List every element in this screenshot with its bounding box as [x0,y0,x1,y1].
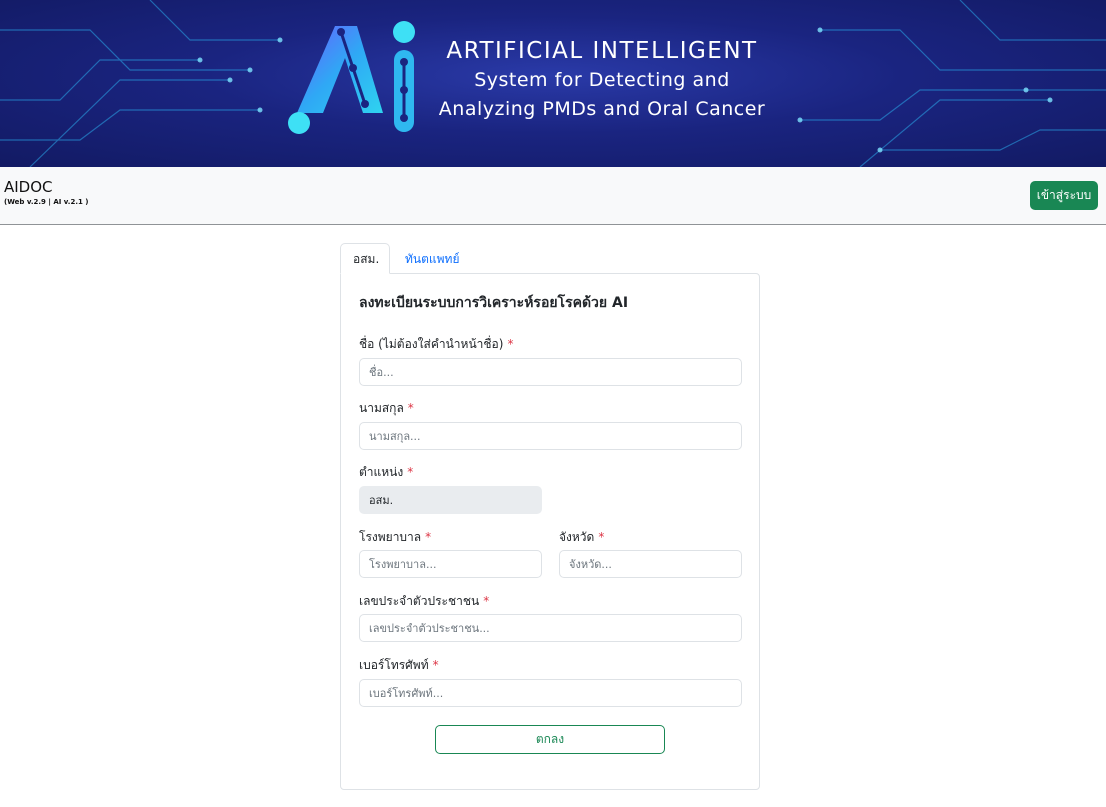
navbar: AIDOC (Web v.2.9 | AI v.2.1 ) เข้าสู่ระบ… [0,167,1106,225]
banner-title: ARTIFICIAL INTELLIGENT [446,38,758,64]
required-mark: * [483,594,490,608]
submit-button[interactable]: ตกลง [435,725,665,754]
login-button[interactable]: เข้าสู่ระบบ [1030,181,1098,210]
citizen-id-label-text: เลขประจำตัวประชาชน [359,594,480,608]
phone-label: เบอร์โทรศัพท์ * [359,656,439,675]
role-tabs: อสม. ทันตแพทย์ [340,243,760,274]
banner-text: ARTIFICIAL INTELLIGENT System for Detect… [432,36,772,124]
position-label: ตำแหน่ง * [359,463,413,482]
form-title: ลงทะเบียนระบบการวิเคราะห์รอยโรคด้วย AI [359,295,629,311]
ai-logo [288,21,415,134]
province-label-text: จังหวัด [559,530,595,544]
header-banner: ARTIFICIAL INTELLIGENT System for Detect… [0,0,1106,167]
first-name-label: ชื่อ (ไม่ต้องใส่คำนำหน้าชื่อ) * [359,335,513,354]
phone-label-text: เบอร์โทรศัพท์ [359,658,429,672]
first-name-input[interactable] [359,358,742,386]
last-name-label-text: นามสกุล [359,401,404,415]
tab-village-health-volunteer[interactable]: อสม. [340,243,390,274]
brand-name[interactable]: AIDOC [4,178,53,196]
hospital-input[interactable] [359,550,542,578]
phone-input[interactable] [359,679,742,707]
banner-subtitle-line1: System for Detecting and [474,69,730,91]
required-mark: * [598,530,605,544]
province-input[interactable] [559,550,742,578]
position-label-text: ตำแหน่ง [359,465,404,479]
required-mark: * [425,530,432,544]
citizen-id-input[interactable] [359,614,742,642]
hospital-label: โรงพยาบาล * [359,528,431,547]
banner-subtitle-line2: Analyzing PMDs and Oral Cancer [438,98,766,120]
last-name-label: นามสกุล * [359,399,414,418]
required-mark: * [432,658,439,672]
required-mark: * [407,465,414,479]
required-mark: * [407,401,414,415]
registration-form: ลงทะเบียนระบบการวิเคราะห์รอยโรคด้วย AI ช… [340,273,760,790]
first-name-label-text: ชื่อ (ไม่ต้องใส่คำนำหน้าชื่อ) [359,337,504,351]
hospital-label-text: โรงพยาบาล [359,530,422,544]
citizen-id-label: เลขประจำตัวประชาชน * [359,592,489,611]
province-label: จังหวัด * [559,528,604,547]
last-name-input[interactable] [359,422,742,450]
tab-dentist[interactable]: ทันตแพทย์ [392,243,473,274]
position-field: อสม. [359,486,542,514]
version-label: (Web v.2.9 | AI v.2.1 ) [4,198,89,206]
required-mark: * [507,337,514,351]
